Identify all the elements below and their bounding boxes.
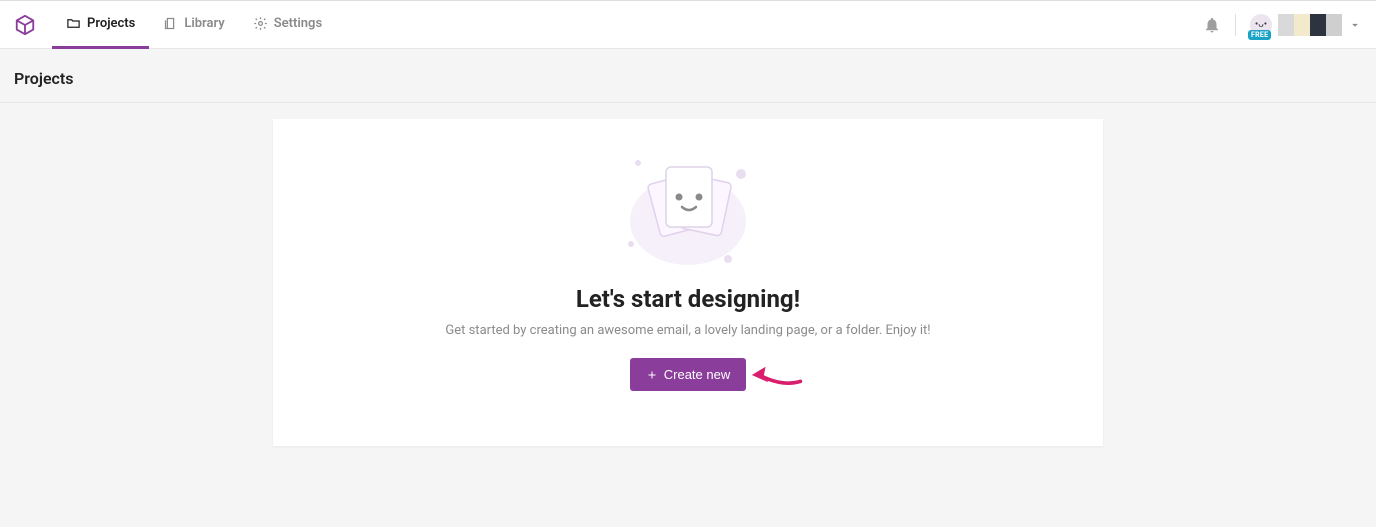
nav-library[interactable]: Library: [149, 1, 238, 49]
library-icon: [163, 16, 178, 31]
header-right: •ᴗ• FREE: [1203, 14, 1362, 36]
nav-settings[interactable]: Settings: [239, 1, 336, 49]
main-nav: Projects Library Settings: [52, 1, 336, 48]
page-title: Projects: [0, 49, 1376, 103]
documents-face-icon: [613, 149, 763, 269]
chevron-down-icon: [1348, 18, 1362, 32]
nav-projects[interactable]: Projects: [52, 1, 149, 49]
gear-icon: [253, 16, 268, 31]
nav-settings-label: Settings: [274, 16, 322, 31]
empty-title: Let's start designing!: [313, 285, 1063, 313]
plus-icon: [646, 369, 658, 381]
app-logo[interactable]: [14, 14, 36, 36]
empty-illustration: [313, 149, 1063, 269]
create-new-label: Create new: [664, 367, 730, 382]
empty-subtitle: Get started by creating an awesome email…: [313, 323, 1063, 338]
cube-logo-icon: [14, 14, 36, 36]
bell-icon[interactable]: [1203, 16, 1221, 34]
create-new-button[interactable]: Create new: [630, 358, 746, 391]
header: Projects Library Settings •ᴗ• FREE: [0, 1, 1376, 49]
folder-icon: [66, 16, 81, 31]
annotation-arrow: [750, 359, 805, 391]
create-new-wrap: Create new: [630, 358, 746, 391]
nav-projects-label: Projects: [87, 16, 135, 31]
empty-state-card: Let's start designing! Get started by cr…: [273, 119, 1103, 446]
plan-face-icon: •ᴗ•: [1255, 19, 1267, 30]
plan-badge: •ᴗ• FREE: [1250, 14, 1272, 36]
nav-library-label: Library: [184, 16, 224, 31]
avatar: [1278, 14, 1342, 36]
header-divider: [1235, 14, 1236, 36]
plan-badge-label: FREE: [1248, 30, 1271, 40]
user-menu[interactable]: •ᴗ• FREE: [1250, 14, 1362, 36]
